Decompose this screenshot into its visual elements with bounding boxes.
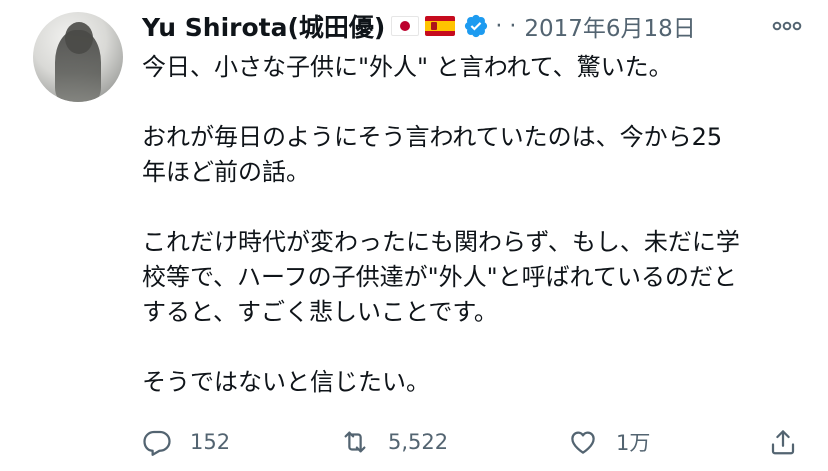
- retweet-icon: [344, 431, 366, 453]
- share-icon: [771, 430, 795, 455]
- tweet-line: すると、すごく悲しいことです。: [142, 298, 498, 326]
- more-icon[interactable]: [772, 18, 802, 34]
- reply-count: 152: [190, 430, 231, 454]
- tweet-line: そうではないと信じたい。: [142, 368, 430, 396]
- tweet-line: 校等で、ハーフの子供達が"外人"と呼ばれているのだと: [142, 263, 737, 291]
- tweet-line: これだけ時代が変わったにも関わらず、もし、未だに学: [142, 228, 740, 256]
- verified-badge-icon: [465, 14, 488, 38]
- author-handle[interactable]: ·: [495, 14, 503, 39]
- flag-spain-icon: [425, 16, 456, 36]
- avatar[interactable]: [33, 12, 123, 102]
- retweet-button[interactable]: 5,522: [340, 420, 448, 464]
- reply-button[interactable]: 152: [142, 420, 230, 464]
- flag-japan-icon: [391, 16, 420, 36]
- tweet-line: おれが毎日のようにそう言われていたのは、今から25: [142, 123, 723, 151]
- share-button[interactable]: [768, 420, 798, 464]
- retweet-count: 5,522: [388, 430, 449, 454]
- like-icon: [571, 431, 595, 454]
- separator-dot: ·: [509, 13, 517, 39]
- tweet-text: 今日、小さな子供に"外人" と言われて、驚いた。 おれが毎日のようにそう言われて…: [142, 50, 802, 400]
- tweet-line: 今日、小さな子供に"外人" と言われて、驚いた。: [142, 53, 673, 81]
- like-count: 1万: [616, 431, 651, 455]
- reply-icon: [143, 430, 171, 456]
- action-bar: 152 5,522 1万: [142, 420, 802, 464]
- like-button[interactable]: 1万: [568, 420, 650, 464]
- avatar-head: [65, 22, 93, 54]
- tweet-line: 年ほど前の話。: [142, 158, 310, 186]
- tweet-header: Yu Shirota(城田優) · · 2017年6月18日: [142, 6, 802, 46]
- tweet-date[interactable]: 2017年6月18日: [524, 9, 695, 43]
- author-name[interactable]: Yu Shirota(城田優): [142, 8, 385, 44]
